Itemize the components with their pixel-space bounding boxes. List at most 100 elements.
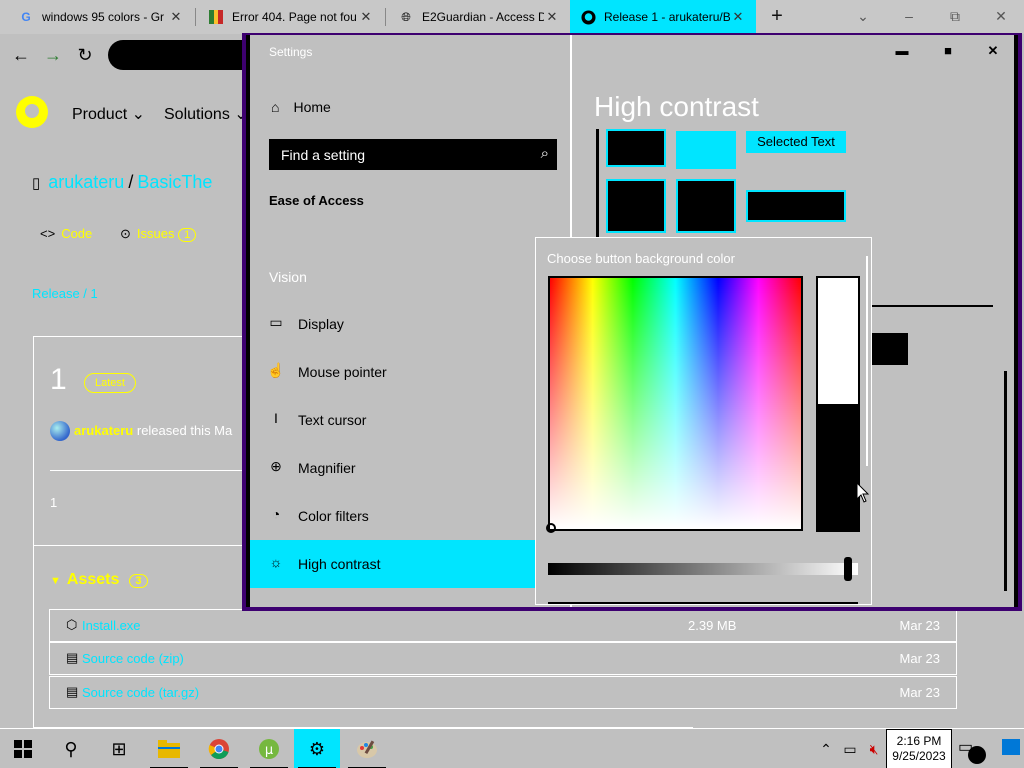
forward-arrow-icon[interactable]: → xyxy=(40,42,66,68)
asset-row: ⬡ Install.exe 2.39 MB Mar 23 xyxy=(49,609,957,642)
color-spectrum[interactable] xyxy=(546,276,803,533)
address-bar[interactable] xyxy=(108,40,258,70)
button-color-swatch[interactable] xyxy=(746,190,846,222)
browser-tab-3[interactable]: 🌐︎ E2Guardian - Access D ✕ xyxy=(388,0,570,34)
taskbar: ⚲ ⊞ µ ⚙ ⌃ ▭ 🔇︎ 2:16 PM 9/25/2023 ▭ xyxy=(0,728,1024,768)
nav-item-display[interactable]: ▭ Display xyxy=(250,300,536,348)
browser-tab-2[interactable]: Error 404. Page not fou ✕ xyxy=(198,0,384,34)
assets-heading: Assets xyxy=(66,571,120,588)
category-heading: Ease of Access xyxy=(269,193,364,208)
tab-issues[interactable]: ⊙ Issues 1 xyxy=(120,226,197,242)
page-title: High contrast xyxy=(594,91,759,122)
previous-color xyxy=(818,278,858,404)
clock-date: 9/25/2023 xyxy=(892,749,946,763)
asset-name-link[interactable]: Source code (zip) xyxy=(82,651,184,666)
tab-separator xyxy=(385,8,386,26)
nav-item-text-cursor[interactable]: I Text cursor xyxy=(250,396,536,444)
repo-slash: / xyxy=(128,172,134,192)
settings-minimize-button[interactable]: ▬ xyxy=(884,39,920,63)
close-tab-icon[interactable]: ✕ xyxy=(168,9,184,25)
task-view-icon[interactable]: ⊞ xyxy=(96,729,142,768)
nav-item-color-filters[interactable]: ◔ Color filters xyxy=(250,492,536,540)
settings-close-button[interactable]: ✕ xyxy=(975,39,1011,63)
file-zip-icon: ▤ xyxy=(66,684,79,699)
nav-product[interactable]: Product ⌄ xyxy=(72,104,145,124)
pointer-icon: ☝ xyxy=(267,362,285,378)
tab-search-chevron-icon[interactable]: ⌄ xyxy=(848,2,878,30)
tab-code[interactable]: <> Code xyxy=(40,226,92,241)
nav-item-magnifier[interactable]: ⊕ Magnifier xyxy=(250,444,536,492)
palette-icon: ◔ xyxy=(271,506,281,522)
preview-swatch xyxy=(606,129,666,167)
screen: G windows 95 colors - Gr ✕ Error 404. Pa… xyxy=(0,0,1024,768)
chevron-up-icon[interactable]: ⌃ xyxy=(816,729,836,768)
nav-solutions[interactable]: Solutions ⌄ xyxy=(164,104,248,124)
minimize-button[interactable]: ‒ xyxy=(894,2,924,30)
utorrent-icon[interactable]: µ xyxy=(246,729,292,768)
settings-maximize-button[interactable]: ■ xyxy=(930,39,966,63)
network-icon[interactable]: ▭ xyxy=(840,729,860,768)
code-icon: <> xyxy=(40,226,56,241)
svg-text:µ: µ xyxy=(265,743,273,758)
settings-home-link[interactable]: ⌂ Home xyxy=(271,99,331,115)
assets-toggle[interactable]: ▼ Assets 3 xyxy=(50,571,148,589)
preview-swatch xyxy=(606,179,666,233)
search-icon[interactable]: ⚲ xyxy=(48,729,94,768)
reload-icon[interactable]: ↻ xyxy=(72,42,98,68)
volume-muted-icon[interactable]: 🔇︎ xyxy=(864,729,884,768)
monitor-icon: ▭ xyxy=(269,314,283,330)
search-placeholder: Find a setting xyxy=(281,147,366,163)
github-logo-icon[interactable] xyxy=(16,96,48,128)
settings-icon[interactable]: ⚙ xyxy=(294,729,340,768)
release-breadcrumb[interactable]: Release / 1 xyxy=(32,286,98,301)
avatar[interactable] xyxy=(50,421,70,441)
repo-icon: ▯ xyxy=(32,175,41,192)
find-setting-input[interactable]: Find a setting ⌕ xyxy=(269,139,557,170)
new-tab-button[interactable]: + xyxy=(766,5,788,27)
value-slider-thumb[interactable] xyxy=(844,557,852,581)
close-tab-icon[interactable]: ✕ xyxy=(358,9,374,25)
globe-icon: 🌐︎ xyxy=(401,9,411,24)
value-slider[interactable] xyxy=(548,557,858,581)
preview-border xyxy=(596,129,599,241)
nav-item-label: Mouse pointer xyxy=(298,364,387,380)
close-tab-icon[interactable]: ✕ xyxy=(544,9,560,25)
magnifier-icon: ⊕ xyxy=(270,458,282,474)
content-scrollbar[interactable] xyxy=(1004,371,1007,591)
close-tab-icon[interactable]: ✕ xyxy=(730,9,746,25)
tab-title: Release 1 - arukateru/B xyxy=(604,10,730,24)
asset-name-link[interactable]: Install.exe xyxy=(82,618,141,633)
nav-item-mouse-pointer[interactable]: ☝ Mouse pointer xyxy=(250,348,536,396)
system-clock[interactable]: 2:16 PM 9/25/2023 xyxy=(886,729,952,768)
repo-breadcrumb: ▯ arukateru / BasicThe xyxy=(32,172,212,193)
nav-item-high-contrast[interactable]: ☼ High contrast xyxy=(250,540,536,588)
show-desktop-icon[interactable] xyxy=(1002,739,1020,755)
colorbar-icon xyxy=(208,9,224,25)
release-number: 1 xyxy=(50,363,67,396)
picker-bottom-edge xyxy=(548,602,858,604)
release-body: 1 xyxy=(50,495,58,510)
spectrum-handle[interactable] xyxy=(546,523,556,533)
file-explorer-icon[interactable] xyxy=(146,729,192,768)
repo-owner-link[interactable]: arukateru xyxy=(48,172,124,192)
color-preview xyxy=(816,276,860,532)
home-icon: ⌂ xyxy=(271,99,280,115)
asset-row: ▤ Source code (zip) Mar 23 xyxy=(49,642,957,675)
back-arrow-icon[interactable]: ← xyxy=(8,42,34,68)
restore-button[interactable]: ⧉ xyxy=(940,2,970,30)
windows-icon[interactable] xyxy=(0,729,46,768)
color-picker-title: Choose button background color xyxy=(547,251,735,266)
browser-tab-4-active[interactable]: Release 1 - arukateru/B ✕ xyxy=(570,0,756,34)
tab-issues-label: Issues xyxy=(136,226,175,241)
chrome-icon[interactable] xyxy=(196,729,242,768)
browser-tab-1[interactable]: G windows 95 colors - Gr ✕ xyxy=(8,0,194,34)
picker-scrollbar[interactable] xyxy=(866,256,868,466)
close-button[interactable]: ✕ xyxy=(986,2,1016,30)
paint-icon[interactable] xyxy=(344,729,390,768)
nav-item-label: High contrast xyxy=(298,556,381,572)
repo-name-link[interactable]: BasicThe xyxy=(137,172,212,192)
notification-badge xyxy=(968,746,986,764)
author-link[interactable]: arukateru xyxy=(74,423,133,438)
asset-name-link[interactable]: Source code (tar.gz) xyxy=(82,685,199,700)
divider xyxy=(868,305,993,307)
